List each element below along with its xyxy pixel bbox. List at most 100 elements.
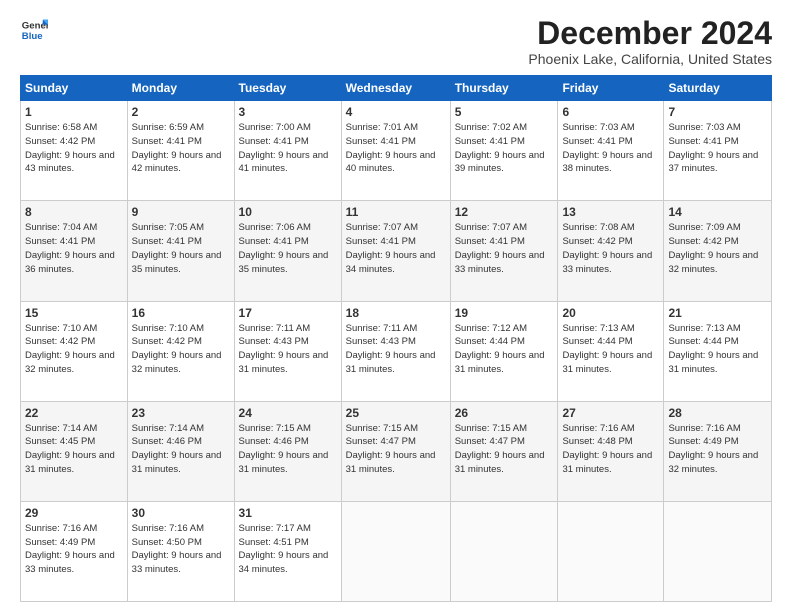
day-number: 19 [455,306,554,320]
day-number: 8 [25,205,123,219]
calendar-day-cell: 7 Sunrise: 7:03 AMSunset: 4:41 PMDaylight… [664,101,772,201]
day-info: Sunrise: 7:11 AMSunset: 4:43 PMDaylight:… [346,322,446,377]
day-info: Sunrise: 7:16 AMSunset: 4:50 PMDaylight:… [132,522,230,577]
day-number: 15 [25,306,123,320]
calendar-day-cell: 25Sunrise: 7:15 AMSunset: 4:47 PMDayligh… [341,401,450,501]
day-info: Sunrise: 7:13 AMSunset: 4:44 PMDaylight:… [562,322,659,377]
calendar-day-cell: 28Sunrise: 7:16 AMSunset: 4:49 PMDayligh… [664,401,772,501]
day-of-week-header: Wednesday [341,76,450,101]
calendar-day-cell: 30 Sunrise: 7:16 AMSunset: 4:50 PMDayligh… [127,501,234,601]
day-number: 16 [132,306,230,320]
calendar-day-cell: 15 Sunrise: 7:10 AMSunset: 4:42 PMDayligh… [21,301,128,401]
day-number: 20 [562,306,659,320]
day-number: 10 [239,205,337,219]
calendar-empty-cell [664,501,772,601]
calendar-week-row: 8 Sunrise: 7:04 AMSunset: 4:41 PMDaylight… [21,201,772,301]
main-title: December 2024 [528,16,772,51]
logo-icon: General Blue [20,16,48,44]
page: General Blue December 2024 Phoenix Lake,… [0,0,792,612]
day-number: 28 [668,406,767,420]
day-info: Sunrise: 7:06 AMSunset: 4:41 PMDaylight:… [239,221,337,276]
day-info: Sunrise: 7:14 AMSunset: 4:46 PMDaylight:… [132,422,230,477]
day-of-week-header: Monday [127,76,234,101]
day-info: Sunrise: 7:05 AMSunset: 4:41 PMDaylight:… [132,221,230,276]
calendar-day-cell: 20 Sunrise: 7:13 AMSunset: 4:44 PMDayligh… [558,301,664,401]
day-info: Sunrise: 7:01 AMSunset: 4:41 PMDaylight:… [346,121,446,176]
day-number: 4 [346,105,446,119]
day-number: 5 [455,105,554,119]
day-info: Sunrise: 7:03 AMSunset: 4:41 PMDaylight:… [668,121,767,176]
calendar-day-cell: 16 Sunrise: 7:10 AMSunset: 4:42 PMDayligh… [127,301,234,401]
day-info: Sunrise: 7:12 AMSunset: 4:44 PMDaylight:… [455,322,554,377]
day-number: 27 [562,406,659,420]
day-number: 26 [455,406,554,420]
calendar-day-cell: 6 Sunrise: 7:03 AMSunset: 4:41 PMDaylight… [558,101,664,201]
calendar-day-cell: 19 Sunrise: 7:12 AMSunset: 4:44 PMDayligh… [450,301,558,401]
day-number: 3 [239,105,337,119]
calendar-table: SundayMondayTuesdayWednesdayThursdayFrid… [20,75,772,602]
calendar-day-cell: 1Sunrise: 6:58 AMSunset: 4:42 PMDaylight… [21,101,128,201]
day-number: 6 [562,105,659,119]
calendar-day-cell: 22 Sunrise: 7:14 AMSunset: 4:45 PMDayligh… [21,401,128,501]
day-number: 30 [132,506,230,520]
calendar-day-cell: 10 Sunrise: 7:06 AMSunset: 4:41 PMDayligh… [234,201,341,301]
calendar-week-row: 29 Sunrise: 7:16 AMSunset: 4:49 PMDayligh… [21,501,772,601]
calendar-day-cell: 24Sunrise: 7:15 AMSunset: 4:46 PMDayligh… [234,401,341,501]
day-of-week-header: Sunday [21,76,128,101]
day-number: 2 [132,105,230,119]
calendar-day-cell: 3 Sunrise: 7:00 AMSunset: 4:41 PMDaylight… [234,101,341,201]
day-info: Sunrise: 7:16 AMSunset: 4:48 PMDaylight:… [562,422,659,477]
calendar-day-cell: 9 Sunrise: 7:05 AMSunset: 4:41 PMDaylight… [127,201,234,301]
day-info: Sunrise: 7:04 AMSunset: 4:41 PMDaylight:… [25,221,123,276]
day-number: 22 [25,406,123,420]
day-number: 18 [346,306,446,320]
day-number: 29 [25,506,123,520]
day-number: 12 [455,205,554,219]
calendar-empty-cell [558,501,664,601]
header: General Blue December 2024 Phoenix Lake,… [20,16,772,67]
day-info: Sunrise: 7:15 AMSunset: 4:47 PMDaylight:… [455,422,554,477]
calendar-empty-cell [341,501,450,601]
day-number: 25 [346,406,446,420]
day-number: 23 [132,406,230,420]
day-of-week-header: Saturday [664,76,772,101]
day-info: Sunrise: 7:02 AMSunset: 4:41 PMDaylight:… [455,121,554,176]
day-of-week-header: Friday [558,76,664,101]
day-number: 11 [346,205,446,219]
calendar-day-cell: 29 Sunrise: 7:16 AMSunset: 4:49 PMDayligh… [21,501,128,601]
day-number: 1 [25,105,123,119]
calendar-day-cell: 17 Sunrise: 7:11 AMSunset: 4:43 PMDayligh… [234,301,341,401]
calendar-day-cell: 21Sunrise: 7:13 AMSunset: 4:44 PMDayligh… [664,301,772,401]
calendar-day-cell: 11Sunrise: 7:07 AMSunset: 4:41 PMDayligh… [341,201,450,301]
calendar-header-row: SundayMondayTuesdayWednesdayThursdayFrid… [21,76,772,101]
day-info: Sunrise: 7:14 AMSunset: 4:45 PMDaylight:… [25,422,123,477]
day-info: Sunrise: 7:13 AMSunset: 4:44 PMDaylight:… [668,322,767,377]
calendar-day-cell: 13Sunrise: 7:08 AMSunset: 4:42 PMDayligh… [558,201,664,301]
calendar-day-cell: 26 Sunrise: 7:15 AMSunset: 4:47 PMDayligh… [450,401,558,501]
day-number: 13 [562,205,659,219]
day-number: 9 [132,205,230,219]
title-block: December 2024 Phoenix Lake, California, … [528,16,772,67]
calendar-day-cell: 5 Sunrise: 7:02 AMSunset: 4:41 PMDaylight… [450,101,558,201]
day-info: Sunrise: 7:10 AMSunset: 4:42 PMDaylight:… [132,322,230,377]
calendar-week-row: 22 Sunrise: 7:14 AMSunset: 4:45 PMDayligh… [21,401,772,501]
calendar-day-cell: 31Sunrise: 7:17 AMSunset: 4:51 PMDayligh… [234,501,341,601]
day-info: Sunrise: 7:11 AMSunset: 4:43 PMDaylight:… [239,322,337,377]
day-info: Sunrise: 7:15 AMSunset: 4:46 PMDaylight:… [239,422,337,477]
day-info: Sunrise: 7:00 AMSunset: 4:41 PMDaylight:… [239,121,337,176]
calendar-day-cell: 2Sunrise: 6:59 AMSunset: 4:41 PMDaylight… [127,101,234,201]
calendar-day-cell: 23 Sunrise: 7:14 AMSunset: 4:46 PMDayligh… [127,401,234,501]
calendar-week-row: 15 Sunrise: 7:10 AMSunset: 4:42 PMDayligh… [21,301,772,401]
day-info: Sunrise: 7:10 AMSunset: 4:42 PMDaylight:… [25,322,123,377]
calendar-day-cell: 4 Sunrise: 7:01 AMSunset: 4:41 PMDaylight… [341,101,450,201]
day-number: 7 [668,105,767,119]
calendar-day-cell: 18 Sunrise: 7:11 AMSunset: 4:43 PMDayligh… [341,301,450,401]
day-number: 14 [668,205,767,219]
day-info: Sunrise: 7:16 AMSunset: 4:49 PMDaylight:… [25,522,123,577]
day-info: Sunrise: 7:17 AMSunset: 4:51 PMDaylight:… [239,522,337,577]
calendar-day-cell: 27 Sunrise: 7:16 AMSunset: 4:48 PMDayligh… [558,401,664,501]
svg-text:Blue: Blue [22,31,43,42]
day-info: Sunrise: 7:07 AMSunset: 4:41 PMDaylight:… [455,221,554,276]
day-number: 17 [239,306,337,320]
day-info: Sunrise: 7:03 AMSunset: 4:41 PMDaylight:… [562,121,659,176]
